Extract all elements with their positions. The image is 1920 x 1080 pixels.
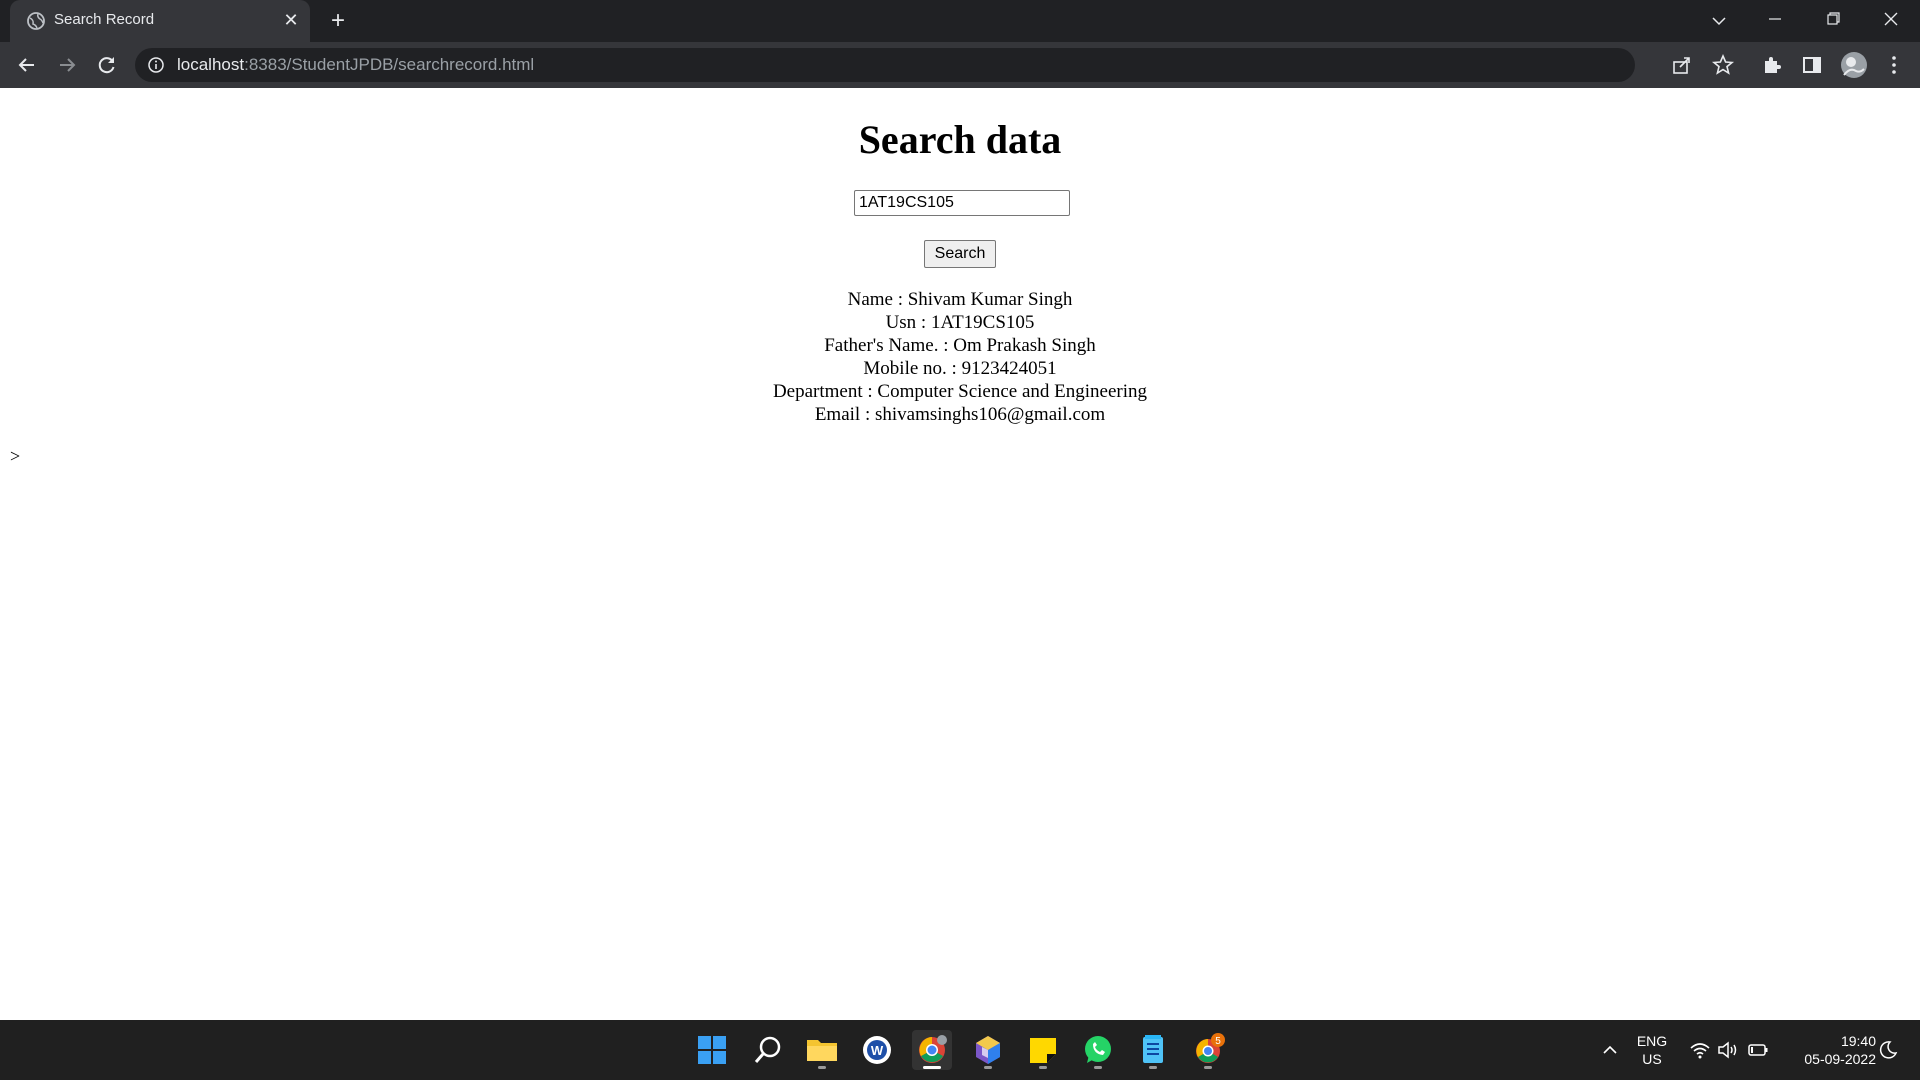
record-father-name: Father's Name. : Om Prakash Singh: [824, 335, 1096, 356]
record-email: Email : shivamsinghs106@gmail.com: [814, 404, 1106, 425]
close-window-icon[interactable]: [1868, 6, 1914, 36]
extensions-puzzle-icon[interactable]: [1760, 53, 1784, 77]
url-path: :8383/StudentJPDB/searchrecord.html: [244, 55, 535, 74]
running-indicator: [818, 1066, 826, 1069]
notepad-icon: [1143, 1035, 1163, 1063]
stray-text: >: [10, 446, 21, 466]
address-bar[interactable]: localhost:8383/StudentJPDB/searchrecord.…: [135, 48, 1635, 82]
record-department: Department : Computer Science and Engine…: [772, 381, 1148, 402]
new-tab-button[interactable]: +: [326, 9, 350, 33]
record-name: Name : Shivam Kumar Singh: [847, 289, 1073, 310]
language-code: ENG: [1636, 1033, 1668, 1049]
clock-date: 05-09-2022: [1804, 1051, 1876, 1067]
browser-toolbar: localhost:8383/StudentJPDB/searchrecord.…: [0, 42, 1920, 88]
running-indicator: [1094, 1066, 1102, 1069]
record-mobile: Mobile no. : 9123424051: [863, 358, 1057, 379]
sticky-notes-app[interactable]: [1023, 1030, 1063, 1070]
tab-strip: Search Record ✕ +: [0, 0, 1920, 42]
notification-badge: 5: [1215, 1036, 1221, 1047]
chrome-menu-icon[interactable]: [1882, 53, 1906, 77]
chrome-app[interactable]: 5: [1188, 1030, 1228, 1070]
active-indicator: [923, 1066, 941, 1069]
clock-time: 19:40: [1840, 1033, 1876, 1049]
minimize-icon[interactable]: [1752, 6, 1798, 36]
profile-avatar[interactable]: [1840, 51, 1868, 79]
running-indicator: [1204, 1066, 1212, 1069]
student-record: Name : Shivam Kumar Singh Usn : 1AT19CS1…: [0, 288, 1920, 426]
wifi-icon[interactable]: [1688, 1038, 1712, 1062]
region-code: US: [1642, 1051, 1662, 1067]
tab-title: Search Record: [54, 11, 155, 28]
tab-search-record[interactable]: Search Record ✕: [10, 0, 310, 42]
record-usn: Usn : 1AT19CS105: [885, 312, 1035, 333]
taskbar: W 5 ENG US 19:40 05-09-2022: [0, 1020, 1920, 1080]
site-info-icon[interactable]: [147, 56, 165, 74]
running-indicator: [1149, 1066, 1157, 1069]
moon-focus-icon[interactable]: [1876, 1038, 1900, 1062]
whatsapp-icon: [1085, 1036, 1111, 1063]
cube-app-icon[interactable]: [968, 1030, 1008, 1070]
cube-icon: [976, 1036, 1000, 1064]
folder-icon: [807, 1040, 837, 1061]
back-arrow-icon[interactable]: [12, 50, 42, 80]
chrome-icon: [919, 1035, 947, 1063]
page-title: Search data: [858, 117, 1062, 162]
running-indicator: [1039, 1066, 1047, 1069]
volume-icon[interactable]: [1716, 1038, 1740, 1062]
search-button[interactable]: Search: [924, 240, 996, 268]
windows-start-icon[interactable]: [692, 1030, 732, 1070]
running-indicator: [984, 1066, 992, 1069]
whatsapp-app[interactable]: [1078, 1030, 1118, 1070]
svg-text:W: W: [871, 1043, 884, 1058]
url-text: localhost:8383/StudentJPDB/searchrecord.…: [177, 55, 534, 75]
page-content: Search data Search Name : Shivam Kumar S…: [0, 88, 1920, 1020]
forward-arrow-icon[interactable]: [52, 50, 82, 80]
usn-search-input[interactable]: [854, 190, 1070, 216]
bookmark-star-icon[interactable]: [1711, 53, 1735, 77]
file-explorer-icon[interactable]: [802, 1030, 842, 1070]
reload-icon[interactable]: [92, 50, 122, 80]
share-icon[interactable]: [1670, 53, 1694, 77]
battery-icon[interactable]: [1746, 1038, 1770, 1062]
chrome-profile-app[interactable]: [912, 1030, 952, 1070]
chevron-up-icon[interactable]: [1598, 1038, 1622, 1062]
notepad-app[interactable]: [1133, 1030, 1173, 1070]
sticky-notes-icon: [1030, 1038, 1056, 1063]
restore-icon[interactable]: [1810, 6, 1856, 36]
search-icon[interactable]: [748, 1030, 788, 1070]
word-app-icon[interactable]: W: [857, 1030, 897, 1070]
clock[interactable]: 19:40 05-09-2022: [1776, 1032, 1876, 1068]
globe-icon: [27, 12, 45, 30]
url-host: localhost: [177, 55, 245, 74]
tab-close-icon[interactable]: ✕: [280, 9, 302, 31]
tab-search-chevron-icon[interactable]: [1696, 6, 1742, 36]
language-indicator[interactable]: ENG US: [1628, 1032, 1676, 1068]
side-panel-icon[interactable]: [1800, 53, 1824, 77]
chrome-icon: 5: [1196, 1033, 1225, 1063]
